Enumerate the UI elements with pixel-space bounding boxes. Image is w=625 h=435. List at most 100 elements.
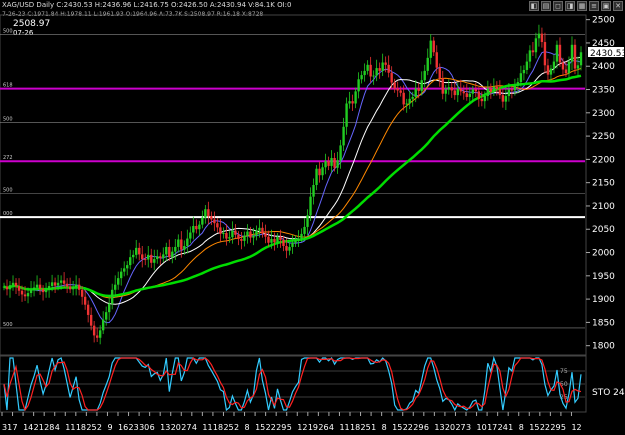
candle-body	[104, 312, 108, 320]
candle-body	[135, 247, 138, 255]
moving-average-line	[3, 56, 582, 305]
x-tick-label: 11	[339, 423, 349, 432]
candle-body	[345, 103, 348, 127]
x-tick-label: 15	[392, 423, 402, 432]
candle-body	[246, 231, 249, 236]
candle-body	[312, 185, 315, 197]
x-tick-label: 25	[86, 423, 96, 432]
x-tick-label: 29	[550, 423, 560, 432]
candle-body	[318, 168, 321, 176]
candle-body	[65, 283, 69, 287]
moving-average-line	[3, 74, 582, 298]
candle-body	[372, 75, 375, 77]
x-tick-label: 5	[561, 423, 566, 432]
candle-body	[444, 89, 447, 94]
candle-body	[414, 88, 417, 97]
x-tick-label: 16	[118, 423, 128, 432]
candle-body	[288, 246, 291, 251]
x-tick-label: 8	[519, 423, 524, 432]
candle-body	[11, 282, 15, 286]
y-tick-label: 1900	[592, 295, 615, 305]
x-tick-label: 20	[171, 423, 181, 432]
last-price-label: 2430.53	[590, 49, 625, 59]
candle-body	[165, 246, 168, 255]
level-label: 500	[3, 117, 13, 123]
candle-body	[324, 161, 327, 168]
candle-body	[567, 61, 571, 74]
candle-body	[189, 232, 192, 239]
price-chart[interactable]: 1800185019001950200020502100215022002250…	[0, 0, 625, 435]
candle-body	[237, 234, 240, 240]
x-tick-label: 11	[202, 423, 212, 432]
candle-body	[342, 126, 345, 146]
candle-body	[552, 61, 556, 69]
y-tick-label: 2250	[592, 132, 615, 142]
candle-body	[504, 96, 508, 102]
x-tick-label: 29	[276, 423, 286, 432]
candle-body	[540, 33, 544, 43]
candle-body	[77, 284, 81, 290]
candle-body	[141, 254, 144, 260]
x-tick-label: 1	[508, 423, 513, 432]
candle-body	[98, 330, 102, 338]
candle-body	[150, 254, 153, 263]
candle-body	[282, 239, 285, 247]
candle-body	[249, 231, 252, 238]
candle-body	[333, 157, 336, 168]
candle-body	[210, 216, 213, 220]
moving-average-line	[3, 67, 582, 299]
candle-body	[378, 68, 381, 71]
candle-body	[47, 286, 51, 290]
candle-body	[579, 52, 583, 66]
x-tick-label: 1	[371, 423, 376, 432]
candle-body	[204, 209, 207, 218]
candle-body	[429, 40, 432, 58]
level-label: 500	[3, 322, 13, 328]
candle-body	[86, 304, 90, 315]
candle-body	[474, 89, 478, 92]
candle-body	[489, 88, 493, 92]
candle-body	[252, 235, 255, 238]
candle-body	[138, 247, 141, 255]
candle-body	[417, 88, 420, 91]
candle-body	[501, 95, 505, 102]
candle-body	[486, 88, 490, 97]
candle-body	[59, 280, 63, 283]
candle-body	[399, 90, 402, 93]
candle-body	[201, 217, 204, 225]
candle-body	[531, 50, 535, 53]
candle-body	[198, 224, 201, 230]
candle-body	[56, 282, 60, 286]
x-tick-label: 3	[466, 423, 471, 432]
candle-body	[174, 246, 177, 252]
candle-body	[50, 282, 54, 287]
candle-body	[83, 296, 87, 305]
candle-body	[32, 287, 36, 290]
candle-body	[53, 282, 57, 286]
candle-body	[74, 284, 78, 287]
candle-body	[327, 161, 330, 166]
candle-body	[561, 62, 565, 70]
candle-body	[35, 284, 39, 288]
candle-body	[528, 50, 532, 62]
candle-body	[513, 85, 517, 91]
candle-body	[510, 89, 514, 91]
y-tick-label: 1800	[592, 342, 615, 352]
candle-body	[468, 93, 472, 97]
candle-body	[89, 314, 93, 326]
candle-body	[525, 61, 529, 70]
candle-body	[426, 57, 429, 71]
candle-body	[177, 239, 180, 247]
candle-body	[41, 288, 45, 293]
candle-body	[555, 44, 559, 62]
candle-body	[71, 287, 75, 290]
x-tick-label: 8	[245, 423, 250, 432]
x-tick-label: 21	[34, 423, 44, 432]
candle-body	[110, 289, 114, 304]
y-tick-label: 2500	[592, 16, 615, 26]
candle-body	[507, 89, 511, 97]
x-tick-label: 31	[2, 423, 12, 432]
candle-body	[393, 82, 396, 89]
candle-body	[20, 290, 24, 295]
level-label: 000	[3, 211, 13, 217]
